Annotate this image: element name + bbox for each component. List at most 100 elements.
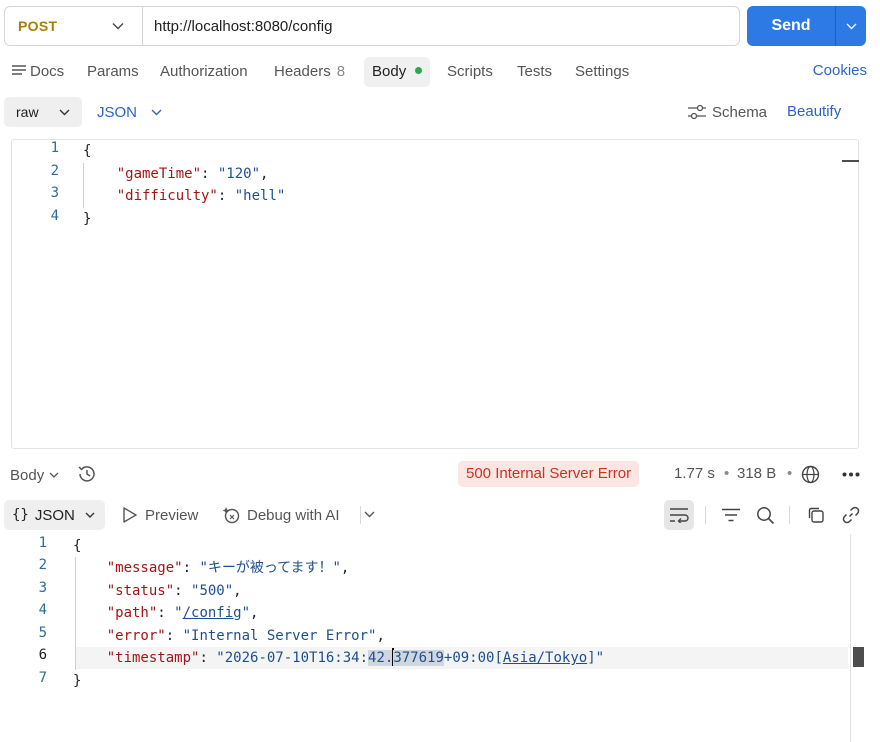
- tab-authorization[interactable]: Authorization: [160, 57, 248, 87]
- chevron-down-icon[interactable]: [364, 511, 375, 518]
- code-line: "difficulty": "hell": [116, 188, 286, 204]
- timezone-link[interactable]: Asia/Tokyo: [503, 650, 587, 666]
- tab-params[interactable]: Params: [87, 57, 139, 87]
- tab-label: Authorization: [160, 63, 248, 80]
- more-icon[interactable]: [842, 472, 860, 477]
- tab-settings[interactable]: Settings: [575, 57, 629, 87]
- chevron-down-icon: [846, 23, 856, 29]
- line-number: 6: [38, 647, 47, 663]
- response-format-select[interactable]: {} JSON: [4, 500, 105, 530]
- tab-scripts[interactable]: Scripts: [447, 57, 493, 87]
- preview-label: Preview: [145, 506, 199, 524]
- link-button[interactable]: [836, 500, 866, 530]
- code-line: }: [73, 673, 82, 689]
- send-button-group: Send: [747, 6, 866, 46]
- tab-label: Docs: [30, 63, 65, 80]
- line-number: 4: [38, 602, 47, 618]
- body-format-select[interactable]: JSON: [97, 97, 162, 127]
- tab-label: Settings: [575, 63, 630, 80]
- url-bar: POST: [4, 6, 740, 46]
- wrap-icon: [670, 508, 689, 523]
- globe-icon[interactable]: [801, 465, 820, 484]
- code-line: {: [83, 143, 92, 159]
- braces-icon: {}: [12, 507, 29, 523]
- line-number: 2: [38, 557, 47, 573]
- text-selection: 377619: [393, 650, 444, 666]
- body-active-dot: [415, 67, 423, 74]
- sliders-icon: [688, 104, 706, 120]
- chevron-down-icon: [49, 472, 59, 478]
- schema-button[interactable]: Schema: [687, 97, 767, 127]
- line-number: 1: [38, 535, 47, 551]
- debug-with-ai-button[interactable]: Debug with AI: [222, 500, 340, 530]
- ai-sparkle-icon: [222, 507, 240, 524]
- scrollbar-marker[interactable]: [853, 647, 864, 667]
- search-icon: [756, 506, 774, 524]
- tab-label: Tests: [517, 63, 553, 80]
- code-line: {: [73, 538, 82, 554]
- tab-docs[interactable]: Docs: [11, 57, 64, 87]
- filter-button[interactable]: [716, 500, 746, 530]
- tab-tests[interactable]: Tests: [517, 57, 552, 87]
- tab-label: Scripts: [447, 63, 493, 80]
- code-line: "path": "/config",: [106, 605, 259, 621]
- request-body-editor[interactable]: 1 2 3 4 { "gameTime": "120", "difficulty…: [11, 139, 859, 449]
- divider: [360, 506, 361, 524]
- wrap-lines-button[interactable]: [664, 500, 694, 530]
- chevron-down-icon: [85, 512, 95, 518]
- preview-button[interactable]: Preview: [122, 500, 198, 530]
- body-format-label: JSON: [97, 103, 138, 121]
- scrollbar-track[interactable]: [850, 534, 851, 742]
- separator: •: [724, 465, 730, 482]
- schema-label: Schema: [712, 103, 768, 121]
- history-icon[interactable]: [76, 463, 98, 485]
- code-line: "timestamp": "2026-07-10T16:34:42.377619…: [106, 648, 605, 666]
- code-line: "error": "Internal Server Error",: [106, 628, 385, 644]
- body-mode-label: raw: [16, 104, 39, 120]
- headers-count: 8: [336, 63, 346, 80]
- response-format-label: JSON: [34, 506, 75, 524]
- tab-headers[interactable]: Headers 8: [274, 57, 345, 87]
- search-button[interactable]: [750, 500, 780, 530]
- debug-label: Debug with AI: [247, 506, 340, 524]
- play-icon: [123, 507, 137, 523]
- divider: [705, 506, 706, 524]
- scrollbar-marker[interactable]: [842, 160, 859, 162]
- code-line: "status": "500",: [106, 583, 242, 599]
- code-line: }: [83, 211, 92, 227]
- code-line: "gameTime": "120",: [116, 166, 269, 182]
- chevron-down-icon: [112, 23, 124, 30]
- response-time[interactable]: 1.77 s: [674, 461, 715, 487]
- line-number: 5: [38, 625, 47, 641]
- path-link[interactable]: /config: [183, 605, 242, 621]
- line-number: 3: [50, 185, 59, 201]
- copy-button[interactable]: [801, 500, 831, 530]
- tab-label: Params: [87, 63, 139, 80]
- send-options-button[interactable]: [835, 6, 866, 46]
- line-number: 2: [50, 163, 59, 179]
- line-number: 4: [50, 208, 59, 224]
- response-body-select[interactable]: Body: [10, 460, 59, 490]
- status-badge[interactable]: 500 Internal Server Error: [458, 461, 640, 487]
- response-section-label: Body: [10, 466, 45, 484]
- body-mode-select[interactable]: raw: [4, 97, 82, 127]
- link-icon: [842, 506, 860, 524]
- url-input[interactable]: [143, 7, 739, 45]
- tab-body[interactable]: Body: [364, 57, 431, 87]
- divider: [789, 506, 790, 524]
- tab-label: Headers: [274, 63, 331, 80]
- tab-label: Body: [372, 63, 407, 80]
- chevron-down-icon: [59, 109, 70, 115]
- cookies-link[interactable]: Cookies: [813, 57, 867, 87]
- beautify-button[interactable]: Beautify: [787, 97, 841, 127]
- send-button[interactable]: Send: [747, 6, 835, 46]
- response-size[interactable]: 318 B: [737, 461, 776, 487]
- method-label: POST: [18, 18, 58, 34]
- docs-icon: [12, 65, 26, 75]
- request-tabs: Docs Params Authorization Headers 8 Body …: [0, 57, 880, 87]
- method-select[interactable]: POST: [5, 7, 143, 45]
- line-number: 1: [50, 140, 59, 156]
- line-number: 7: [38, 670, 47, 686]
- text-selection: 42.: [368, 650, 394, 666]
- copy-icon: [808, 507, 824, 523]
